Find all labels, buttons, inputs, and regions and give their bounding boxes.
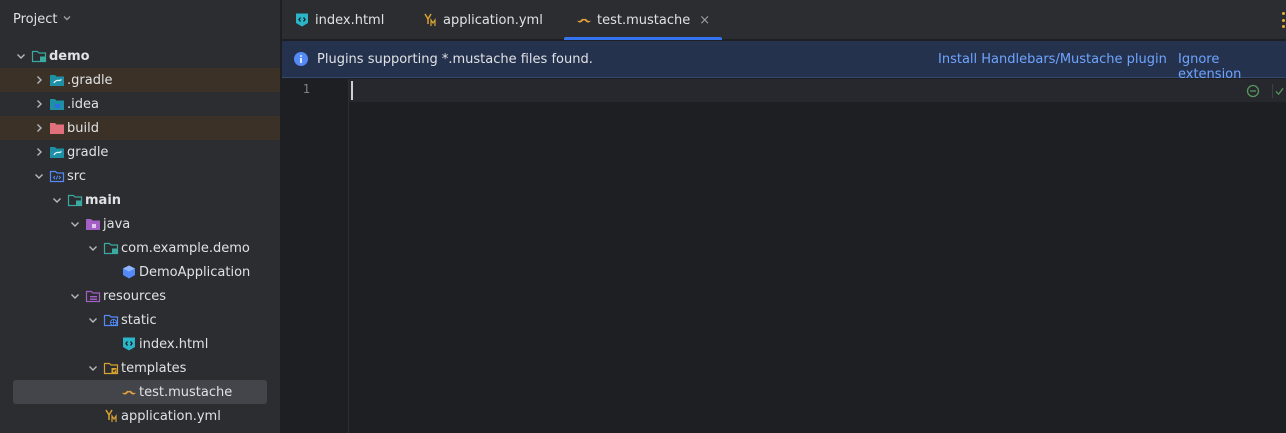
chevron-right-icon[interactable] [31, 120, 47, 136]
tree-item-templates[interactable]: templates [0, 356, 280, 380]
tree-item-label: DemoApplication [139, 264, 251, 280]
tab-label: test.mustache [597, 12, 691, 28]
resources-root-icon [85, 288, 101, 304]
tree-item-idea[interactable]: .idea [0, 92, 280, 116]
project-panel-header[interactable]: Project [0, 0, 280, 38]
code-editor[interactable] [350, 79, 1286, 433]
info-icon [294, 52, 308, 66]
tree-item-resources[interactable]: resources [0, 284, 280, 308]
ignore-extension-link[interactable]: Ignore extension [1178, 52, 1286, 82]
tree-item-test-mustache[interactable]: test.mustache [13, 380, 267, 404]
source-folder-icon [49, 168, 65, 184]
tree-item-main[interactable]: main [0, 188, 280, 212]
idea-folder-icon [49, 96, 65, 112]
chevron-down-icon[interactable] [31, 168, 47, 184]
editor-area: index.html application.yml test.mustache… [282, 0, 1286, 433]
text-caret [351, 81, 353, 100]
chevron-right-icon[interactable] [31, 72, 47, 88]
mustache-file-icon [576, 12, 592, 28]
yaml-file-icon [422, 12, 438, 28]
chevron-right-icon[interactable] [31, 144, 47, 160]
project-tool-window: Project demo .gradle .idea build gradle src ma… [0, 0, 281, 433]
tree-item-gradle[interactable]: gradle [0, 140, 280, 164]
tree-item-demoapplication[interactable]: DemoApplication [0, 260, 280, 284]
spring-class-icon [121, 264, 137, 280]
html-file-icon [294, 12, 310, 28]
editor-tab-bar: index.html application.yml test.mustache… [282, 0, 1286, 40]
gradle-folder-icon [49, 144, 65, 160]
close-tab-icon[interactable]: × [699, 13, 710, 28]
inspection-disabled-icon[interactable] [1246, 84, 1260, 98]
tree-item-label: src [67, 168, 86, 184]
chevron-down-icon[interactable] [62, 12, 72, 27]
yaml-file-icon [103, 408, 119, 424]
chevron-down-icon[interactable] [85, 360, 101, 376]
chevron-down-icon[interactable] [85, 240, 101, 256]
tab-label: index.html [315, 12, 385, 28]
chevron-down-icon[interactable] [13, 48, 29, 64]
inspection-ok-check-icon[interactable] [1272, 84, 1284, 98]
html-file-icon [121, 336, 137, 352]
tree-item-label: application.yml [121, 408, 221, 424]
tree-item-com-example-demo[interactable]: com.example.demo [0, 236, 280, 260]
install-plugin-link[interactable]: Install Handlebars/Mustache plugin [938, 52, 1167, 67]
tree-item-demo[interactable]: demo [0, 44, 280, 68]
tree-item-label: resources [103, 288, 167, 304]
module-folder-icon [31, 48, 47, 64]
tree-item-label: main [85, 192, 122, 208]
tab-index-html[interactable]: index.html [294, 0, 384, 40]
chevron-down-icon[interactable] [67, 288, 83, 304]
package-icon [103, 240, 119, 256]
tree-item-label: index.html [139, 336, 209, 352]
chevron-down-icon[interactable] [85, 312, 101, 328]
mustache-file-icon [121, 384, 137, 400]
tree-item-label: java [103, 216, 131, 232]
chevron-down-icon[interactable] [67, 216, 83, 232]
web-folder-icon [103, 312, 119, 328]
project-panel-title[interactable]: Project [13, 12, 57, 27]
tree-item-index-html[interactable]: index.html [0, 332, 280, 356]
tree-item-label: gradle [67, 144, 109, 160]
chevron-right-icon[interactable] [31, 96, 47, 112]
tree-item-java[interactable]: java [0, 212, 280, 236]
tree-item-label: static [121, 312, 157, 328]
tree-item-gradle[interactable]: .gradle [0, 68, 280, 92]
tree-item-label: templates [121, 360, 187, 376]
templates-folder-icon [103, 360, 119, 376]
line-number: 1 [302, 82, 310, 96]
editor-gutter[interactable] [282, 79, 349, 433]
tree-item-label: demo [49, 48, 90, 64]
tab-application-yml[interactable]: application.yml [422, 0, 543, 40]
chevron-down-icon[interactable] [49, 192, 65, 208]
module-folder-icon [67, 192, 83, 208]
tab-actions-menu-icon[interactable] [1280, 12, 1286, 28]
tab-label: application.yml [443, 12, 543, 28]
tree-item-src[interactable]: src [0, 164, 280, 188]
tree-item-application-yml[interactable]: application.yml [0, 404, 280, 428]
tree-item-static[interactable]: static [0, 308, 280, 332]
tree-item-label: .idea [67, 96, 99, 112]
excluded-folder-icon [49, 120, 65, 136]
tree-item-label: .gradle [67, 72, 113, 88]
tree-item-build[interactable]: build [0, 116, 280, 140]
project-tree: demo .gradle .idea build gradle src main java co… [0, 44, 280, 428]
java-source-root-icon [85, 216, 101, 232]
plugin-suggestion-banner: Plugins supporting *.mustache files foun… [282, 41, 1286, 82]
banner-message: Plugins supporting *.mustache files foun… [317, 51, 593, 67]
tab-test-mustache[interactable]: test.mustache × [564, 0, 723, 40]
tree-item-label: com.example.demo [121, 240, 250, 256]
tree-item-label: test.mustache [139, 384, 233, 400]
tree-item-label: build [67, 120, 99, 136]
gradle-folder-icon [49, 72, 65, 88]
